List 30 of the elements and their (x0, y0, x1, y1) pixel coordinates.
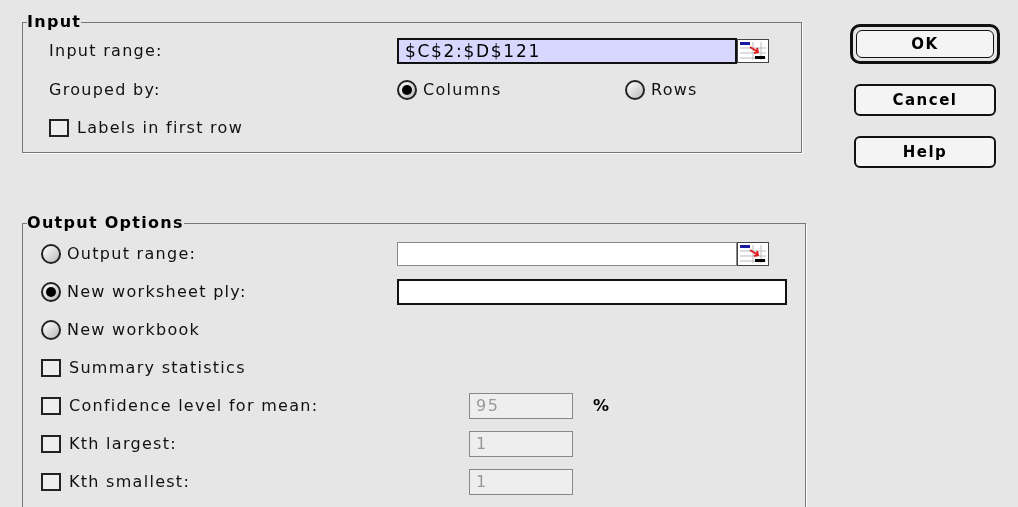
checkbox[interactable] (41, 359, 61, 377)
radio-button[interactable] (397, 80, 417, 100)
radio-button[interactable] (41, 320, 61, 340)
checkbox[interactable] (49, 119, 69, 137)
range-picker-icon[interactable] (737, 242, 769, 266)
radio-button[interactable] (41, 244, 61, 264)
output-range-field[interactable] (397, 242, 737, 266)
radio-button[interactable] (625, 80, 645, 100)
input-range-field[interactable]: $C$2:$D$121 (397, 38, 737, 64)
checkbox-label: Summary statistics (69, 357, 246, 379)
ok-button[interactable]: OK (856, 30, 994, 58)
radio-label: Output range: (67, 243, 197, 265)
checkbox-label: Kth largest: (69, 433, 177, 455)
checkbox-label: Kth smallest: (69, 471, 191, 493)
radio-label: New workbook (67, 319, 201, 341)
radio-label: Rows (651, 79, 698, 101)
checkbox-label: Labels in first row (77, 117, 244, 139)
dialog-button[interactable]: Cancel (854, 84, 996, 116)
radio-label: Columns (423, 79, 502, 101)
dialog-button[interactable]: Help (854, 136, 996, 168)
radio-button[interactable] (41, 282, 61, 302)
group-title: Output Options (27, 212, 184, 234)
unit-label: % (593, 395, 610, 417)
field-label: Grouped by: (49, 79, 162, 101)
group-title: Input (27, 11, 82, 33)
checkbox-label: Confidence level for mean: (69, 395, 319, 417)
field-label: Input range: (49, 40, 164, 62)
worksheet-name-field[interactable] (397, 279, 787, 305)
radio-label: New worksheet ply: (67, 281, 247, 303)
range-picker-icon[interactable] (737, 39, 769, 63)
